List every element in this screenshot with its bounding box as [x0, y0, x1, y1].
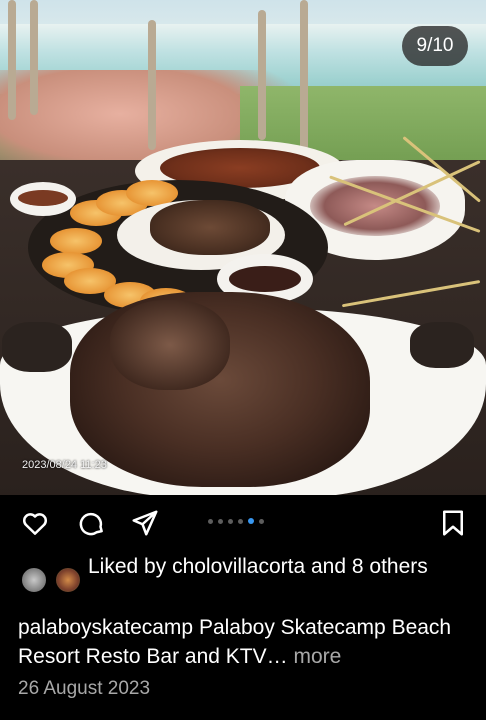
caption-username[interactable]: palaboyskatecamp — [18, 616, 193, 639]
carousel-dot — [208, 518, 213, 524]
palm-trunk — [148, 20, 156, 150]
avatar[interactable] — [54, 566, 82, 594]
palm-trunk — [300, 0, 308, 150]
orange-slice — [50, 228, 102, 254]
palm-trunk — [258, 10, 266, 140]
more-link[interactable]: more — [293, 645, 341, 668]
carousel-dot — [238, 518, 243, 524]
photo-timestamp: 2023/08/24 11:23 — [22, 459, 107, 471]
carousel-dot — [228, 518, 233, 524]
avatar[interactable] — [20, 566, 48, 594]
post-caption: palaboyskatecamp Palaboy Skatecamp Beach… — [18, 613, 478, 671]
carousel-dot-active — [248, 518, 254, 524]
likes-summary[interactable]: Liked by cholovillacorta and 8 others — [88, 553, 478, 581]
sauce-dish — [10, 182, 76, 216]
palm-trunk — [30, 0, 38, 115]
heart-icon[interactable] — [20, 508, 50, 538]
palm-trunk — [8, 0, 16, 120]
post-photo[interactable]: 9/10 2023/08/24 11:23 — [0, 0, 486, 495]
image-counter: 9/10 — [402, 26, 468, 66]
grilled-chicken — [150, 200, 270, 255]
likes-connector: and — [310, 555, 347, 578]
squid-dish — [310, 176, 440, 236]
tray-handle-right — [410, 322, 474, 368]
comment-icon[interactable] — [76, 508, 106, 538]
post-date: 26 August 2023 — [18, 678, 151, 699]
carousel-dot — [259, 518, 264, 524]
carousel-indicator — [208, 518, 264, 524]
bookmark-icon[interactable] — [438, 508, 468, 538]
send-icon[interactable] — [130, 508, 160, 538]
likes-others[interactable]: 8 others — [352, 555, 428, 578]
grilled-meat-piece — [110, 300, 230, 390]
likes-prefix: Liked by — [88, 555, 167, 578]
caption-ellipsis: … — [266, 645, 288, 668]
carousel-dot — [218, 518, 223, 524]
liker-username[interactable]: cholovillacorta — [172, 555, 305, 578]
tray-handle-left — [2, 322, 72, 372]
